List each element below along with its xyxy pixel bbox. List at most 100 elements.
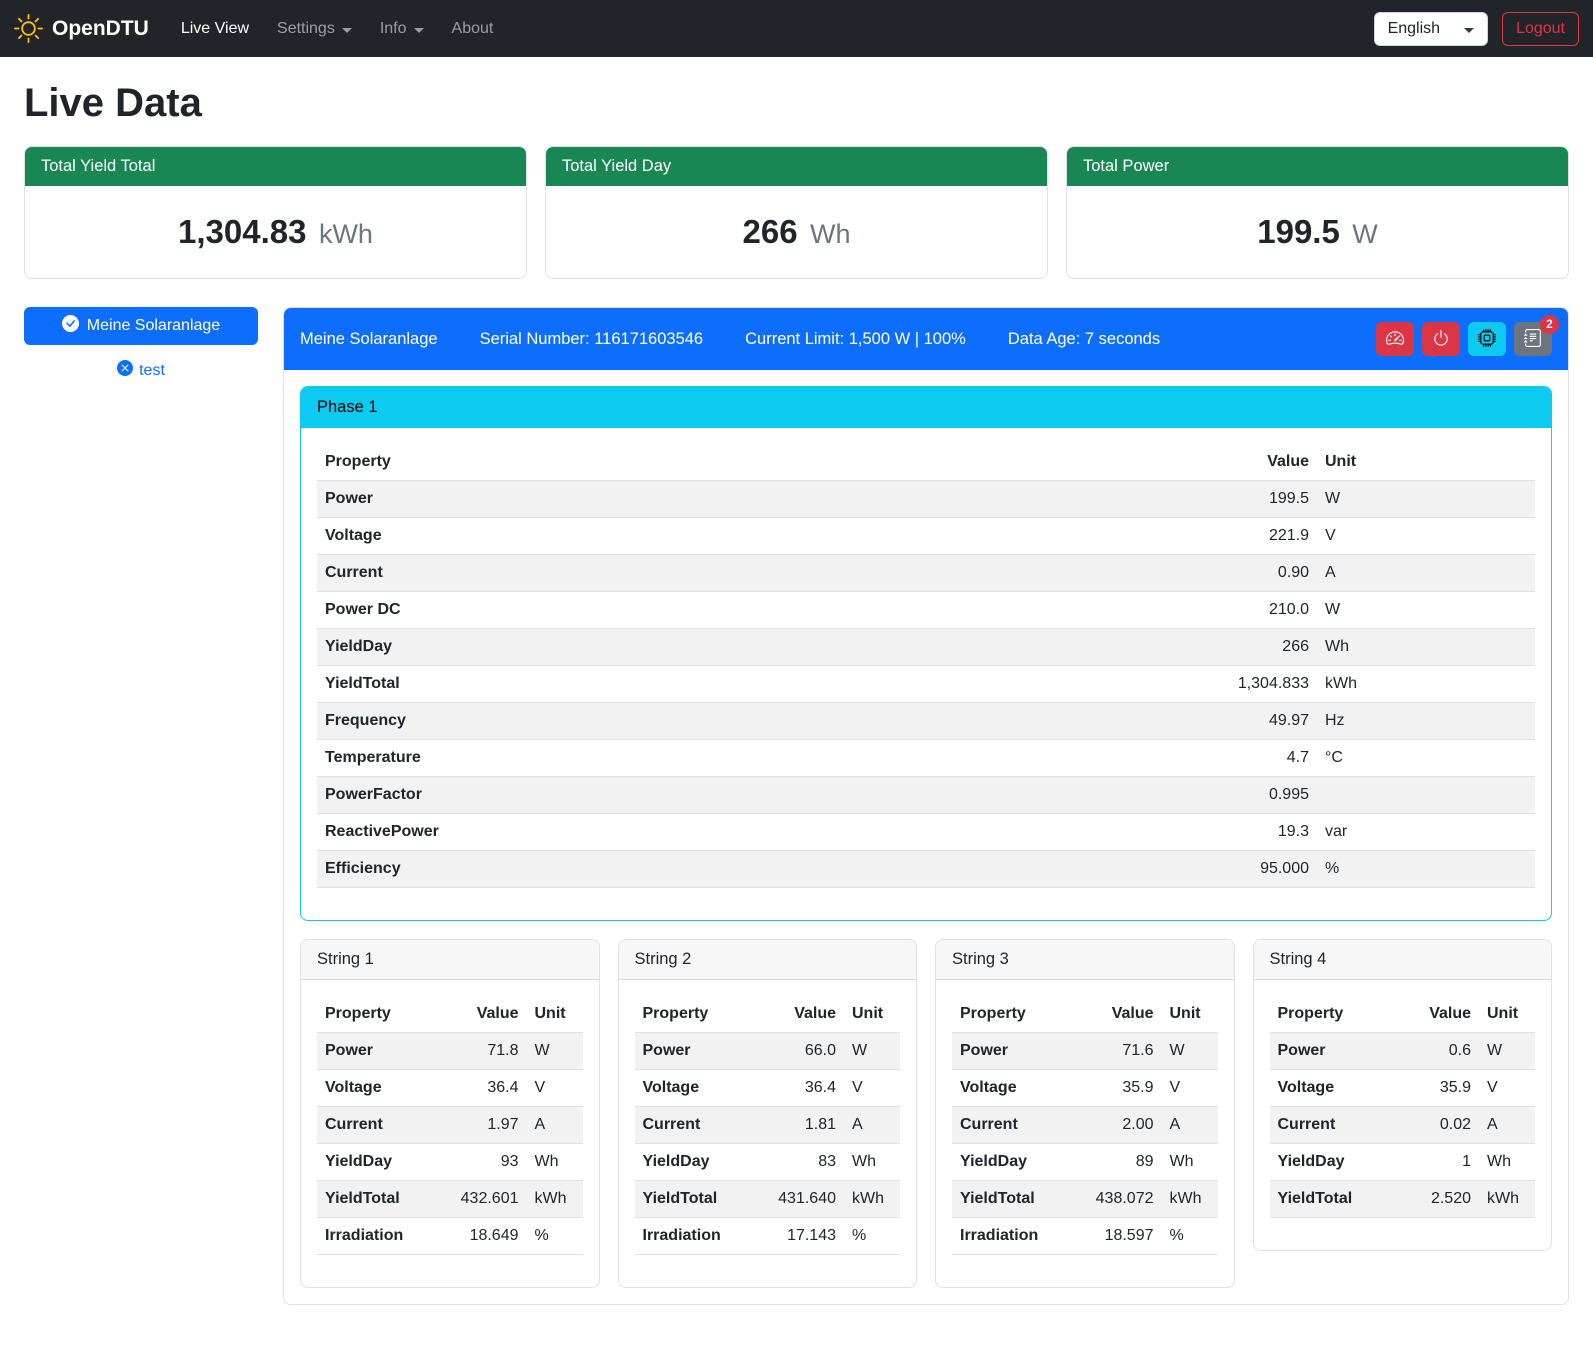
property-cell: Current bbox=[635, 1107, 759, 1144]
card-unit: kWh bbox=[319, 219, 373, 249]
power-button[interactable] bbox=[1422, 322, 1460, 356]
unit-cell: Wh bbox=[1162, 1144, 1218, 1181]
total-yield-total-card: Total Yield Total 1,304.83 kWh bbox=[24, 146, 527, 279]
device-info-button[interactable] bbox=[1468, 322, 1506, 356]
table-header-row: PropertyValueUnit bbox=[317, 444, 1535, 481]
card-title: Total Yield Day bbox=[546, 147, 1047, 186]
power-icon bbox=[1432, 329, 1450, 350]
string-card-body: PropertyValueUnit Power71.8WVoltage36.4V… bbox=[301, 980, 599, 1287]
logout-button[interactable]: Logout bbox=[1502, 12, 1579, 46]
table-header-row: PropertyValueUnit bbox=[635, 996, 901, 1033]
unit-cell: Wh bbox=[527, 1144, 583, 1181]
table-row: Current1.81A bbox=[635, 1107, 901, 1144]
string-table-head: PropertyValueUnit bbox=[952, 996, 1218, 1033]
column-header: Unit bbox=[1317, 444, 1535, 481]
value-cell: 1 bbox=[1393, 1144, 1479, 1181]
table-header-row: PropertyValueUnit bbox=[1270, 996, 1536, 1033]
unit-cell: Wh bbox=[844, 1144, 900, 1181]
column-header: Unit bbox=[1479, 996, 1535, 1033]
brand[interactable]: OpenDTU bbox=[14, 14, 149, 43]
string-table-head: PropertyValueUnit bbox=[635, 996, 901, 1033]
card-unit: W bbox=[1352, 219, 1377, 249]
string-table: PropertyValueUnit Power71.6WVoltage35.9V… bbox=[952, 996, 1218, 1255]
limit-settings-button[interactable] bbox=[1376, 322, 1414, 356]
table-row: Current0.90A bbox=[317, 555, 1535, 592]
unit-cell: V bbox=[1317, 518, 1535, 555]
card-title: Total Yield Total bbox=[25, 147, 526, 186]
table-row: Irradiation17.143% bbox=[635, 1218, 901, 1255]
table-row: YieldDay266Wh bbox=[317, 629, 1535, 666]
events-count-badge: 2 bbox=[1540, 315, 1559, 334]
value-cell: 36.4 bbox=[758, 1070, 844, 1107]
property-cell: Power bbox=[952, 1033, 1076, 1070]
unit-cell: W bbox=[1479, 1033, 1535, 1070]
string-card-title: String 2 bbox=[619, 940, 917, 980]
value-cell: 1,304.833 bbox=[1205, 666, 1317, 703]
value-cell: 0.995 bbox=[1205, 777, 1317, 814]
card-body: 266 Wh bbox=[546, 186, 1047, 278]
property-cell: Efficiency bbox=[317, 851, 1205, 888]
property-cell: Power bbox=[317, 1033, 441, 1070]
value-cell: 432.601 bbox=[441, 1181, 527, 1218]
value-cell: 66.0 bbox=[758, 1033, 844, 1070]
property-cell: Current bbox=[317, 1107, 441, 1144]
table-header-row: PropertyValueUnit bbox=[952, 996, 1218, 1033]
unit-cell: Wh bbox=[1317, 629, 1535, 666]
navbar-left: OpenDTU Live View Settings Info About bbox=[14, 12, 507, 46]
table-row: YieldDay1Wh bbox=[1270, 1144, 1536, 1181]
table-row: YieldDay83Wh bbox=[635, 1144, 901, 1181]
property-cell: Irradiation bbox=[317, 1218, 441, 1255]
value-cell: 0.90 bbox=[1205, 555, 1317, 592]
property-cell: Current bbox=[317, 555, 1205, 592]
phase-table-head: PropertyValueUnit bbox=[317, 444, 1535, 481]
unit-cell: kWh bbox=[844, 1181, 900, 1218]
chevron-down-icon bbox=[414, 28, 424, 33]
unit-cell bbox=[1317, 777, 1535, 814]
value-cell: 1.97 bbox=[441, 1107, 527, 1144]
table-row: Current1.97A bbox=[317, 1107, 583, 1144]
property-cell: YieldTotal bbox=[952, 1181, 1076, 1218]
table-row: ReactivePower19.3var bbox=[317, 814, 1535, 851]
nav-info[interactable]: Info bbox=[366, 12, 438, 46]
nav-about[interactable]: About bbox=[438, 12, 508, 46]
unit-cell: kWh bbox=[1479, 1181, 1535, 1218]
value-cell: 266 bbox=[1205, 629, 1317, 666]
inverter-button-active[interactable]: Meine Solaranlage bbox=[24, 307, 258, 345]
string-card-3: String 3 PropertyValueUnit Power71.6WVol… bbox=[935, 939, 1235, 1288]
table-row: YieldTotal2.520kWh bbox=[1270, 1181, 1536, 1218]
table-row: Temperature4.7°C bbox=[317, 740, 1535, 777]
unit-cell: W bbox=[844, 1033, 900, 1070]
unit-cell: % bbox=[844, 1218, 900, 1255]
inverter-button-test[interactable]: test bbox=[117, 360, 165, 381]
value-cell: 95.000 bbox=[1205, 851, 1317, 888]
page-title: Live Data bbox=[24, 81, 1569, 126]
table-row: Power71.8W bbox=[317, 1033, 583, 1070]
nav-settings[interactable]: Settings bbox=[263, 12, 366, 46]
property-cell: YieldTotal bbox=[1270, 1181, 1394, 1218]
inverter-panel-body: Phase 1 PropertyValueUnit Power199.5WVol… bbox=[284, 370, 1568, 1304]
property-cell: YieldDay bbox=[317, 1144, 441, 1181]
nav-live-view[interactable]: Live View bbox=[167, 12, 263, 46]
cpu-icon bbox=[1478, 329, 1496, 350]
string-card-title: String 1 bbox=[301, 940, 599, 980]
property-cell: ReactivePower bbox=[317, 814, 1205, 851]
phase-table-body: Power199.5WVoltage221.9VCurrent0.90APowe… bbox=[317, 481, 1535, 888]
value-cell: 17.143 bbox=[758, 1218, 844, 1255]
string-card-4: String 4 PropertyValueUnit Power0.6WVolt… bbox=[1253, 939, 1553, 1251]
strings-row: String 1 PropertyValueUnit Power71.8WVol… bbox=[300, 939, 1552, 1288]
string-table: PropertyValueUnit Power0.6WVoltage35.9VC… bbox=[1270, 996, 1536, 1218]
string-card-body: PropertyValueUnit Power71.6WVoltage35.9V… bbox=[936, 980, 1234, 1287]
table-row: YieldTotal438.072kWh bbox=[952, 1181, 1218, 1218]
card-title: Total Power bbox=[1067, 147, 1568, 186]
events-button[interactable]: 2 bbox=[1514, 322, 1552, 356]
property-cell: YieldDay bbox=[1270, 1144, 1394, 1181]
property-cell: Irradiation bbox=[635, 1218, 759, 1255]
main-row: Meine Solaranlage test Meine Solaranlage… bbox=[24, 307, 1569, 1305]
property-cell: Voltage bbox=[317, 1070, 441, 1107]
language-select[interactable]: English bbox=[1374, 12, 1488, 46]
value-cell: 4.7 bbox=[1205, 740, 1317, 777]
value-cell: 83 bbox=[758, 1144, 844, 1181]
value-cell: 18.597 bbox=[1076, 1218, 1162, 1255]
column-header: Property bbox=[317, 444, 1205, 481]
column-header: Property bbox=[635, 996, 759, 1033]
